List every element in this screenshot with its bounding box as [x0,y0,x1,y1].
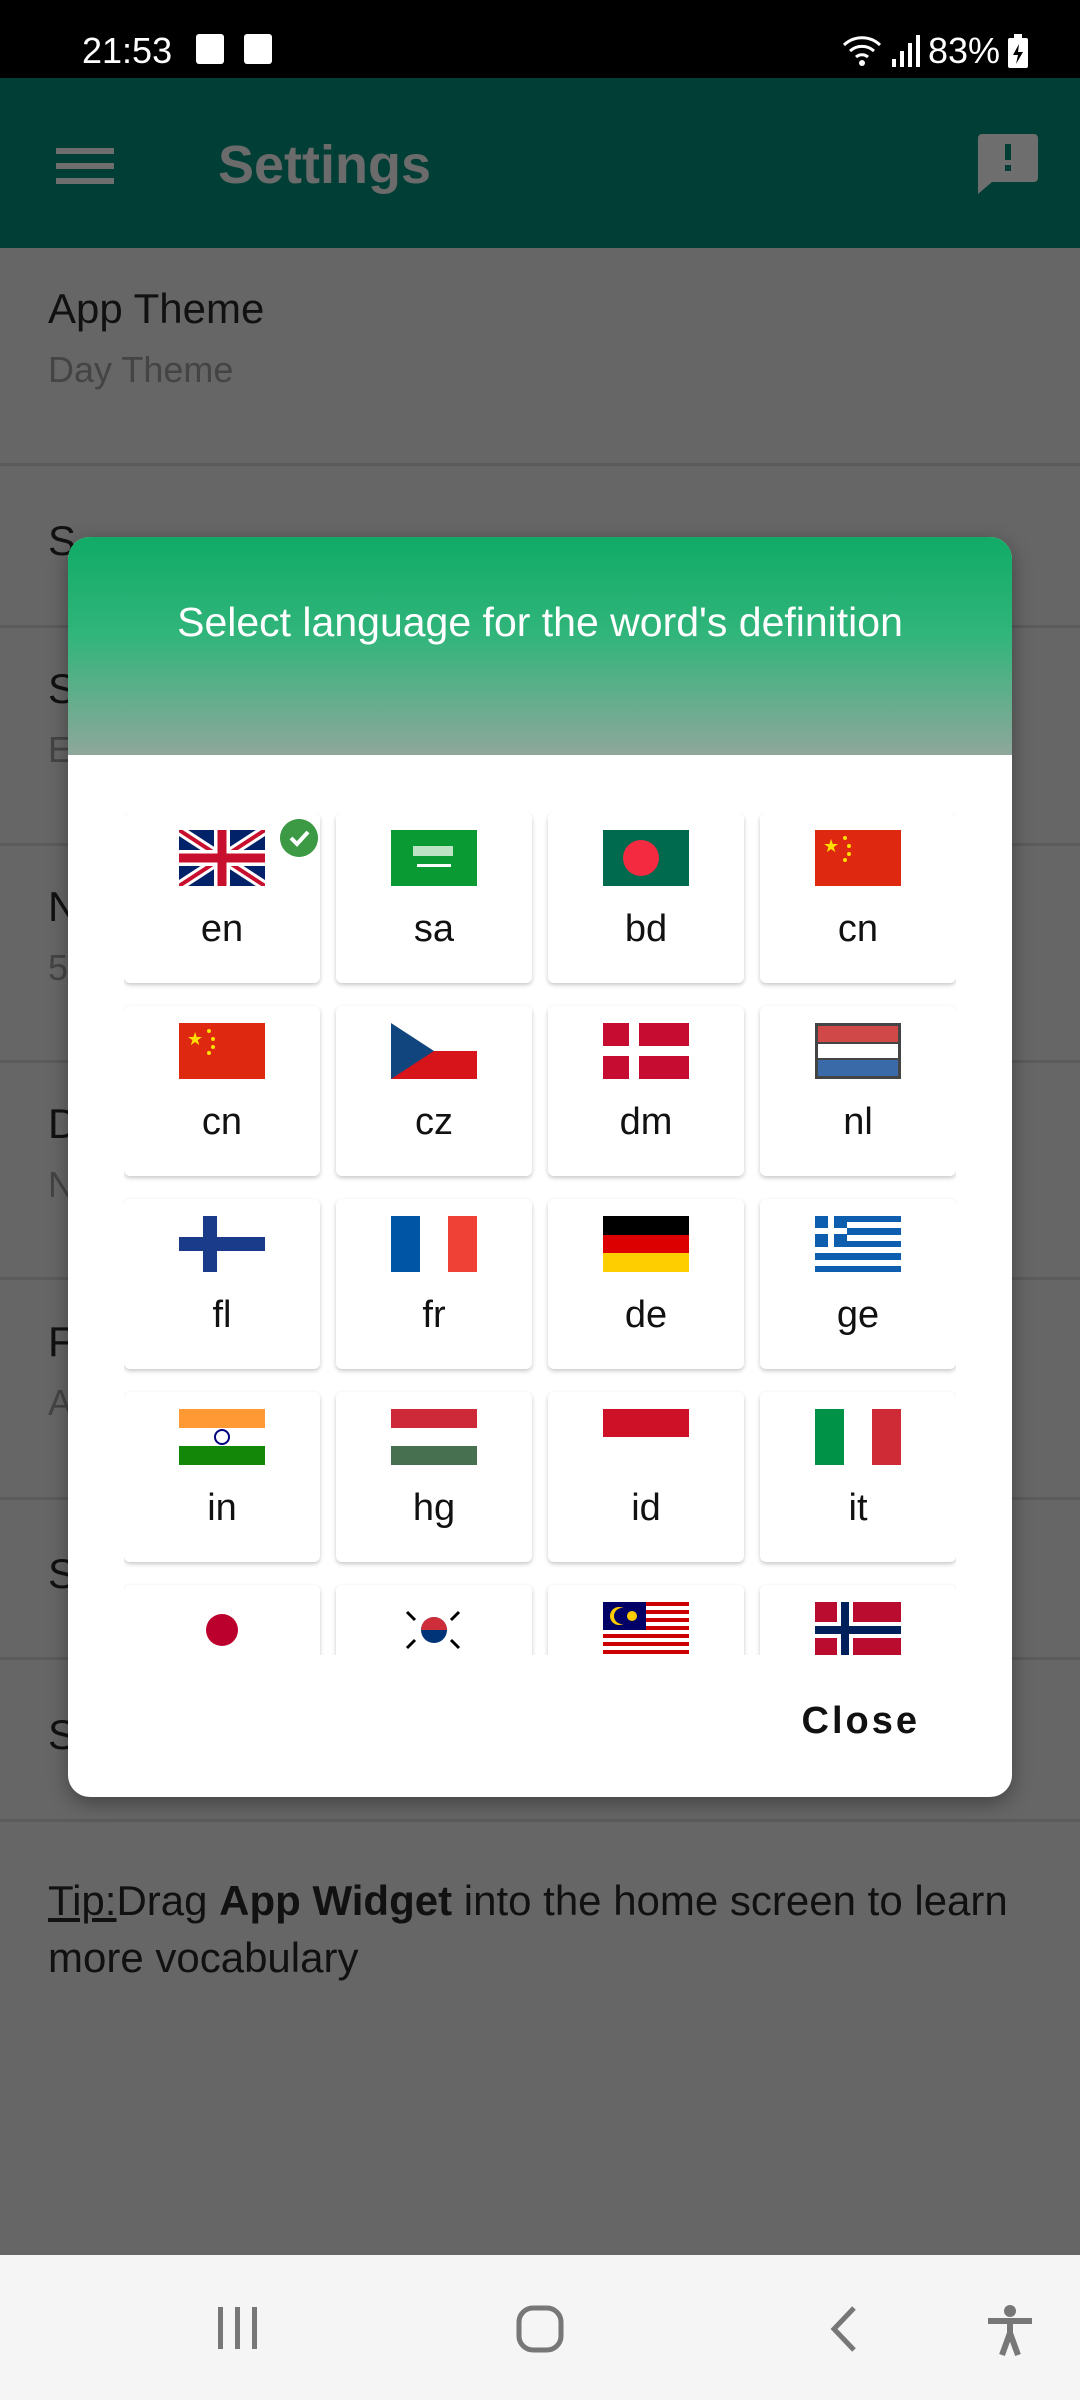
recent-apps-icon[interactable] [214,2305,262,2358]
home-icon[interactable] [516,2305,566,2358]
flag-in-icon [179,1409,265,1465]
settings-item-title: App Theme [48,285,265,332]
dialog-title: Select language for the word's definitio… [68,537,1012,755]
flag-sa-icon [391,830,477,886]
flag-it-icon [815,1409,901,1465]
flag-my-icon [603,1602,689,1655]
language-code: dm [619,1101,673,1143]
flag-kr-icon [391,1602,477,1655]
flag-bd-icon [603,830,689,886]
battery-level: 83% [927,30,1000,71]
language-option-in[interactable]: in [124,1392,320,1562]
battery-charging-icon [1008,34,1028,68]
language-code: de [624,1294,668,1336]
flag-no-icon [815,1602,901,1655]
flag-cn-icon: ★ [179,1023,265,1079]
page-title: Settings [218,135,432,195]
status-bar: 21:53 83% [0,0,1080,78]
signal-icon [891,35,920,67]
language-code: bd [624,908,668,950]
settings-item-subtitle: Day Theme [48,349,234,390]
language-option-kr[interactable] [336,1585,532,1655]
navigation-bar [0,2255,1080,2400]
settings-item-subtitle: 5 [48,946,69,988]
flag-dk-icon [603,1023,689,1079]
close-button[interactable]: Close [802,1700,920,1743]
gallery-icon [196,34,224,64]
tip-prefix: Tip: [48,1877,117,1924]
flag-nl-icon [815,1023,901,1079]
language-option-jp[interactable] [124,1585,320,1655]
language-option-cn[interactable]: ★ cn [760,813,956,983]
accessibility-icon[interactable] [986,2305,1034,2362]
language-code: id [631,1487,661,1529]
language-code: ge [836,1294,880,1336]
language-option-sa[interactable]: sa [336,813,532,983]
feedback-icon[interactable] [978,134,1038,194]
flag-uk-icon [179,830,265,886]
language-code: in [207,1487,237,1529]
language-code: cn [837,908,879,950]
tip-text-1: Drag [116,1877,220,1924]
language-grid[interactable]: en sa bd ★ cn ★ cn cz dm nl fl fr de ge in hg id it [124,813,956,1655]
clock: 21:53 [82,30,173,71]
language-code: sa [413,908,455,950]
tip-bold: App Widget [219,1877,453,1924]
language-option-en[interactable]: en [124,813,320,983]
flag-id-icon [603,1409,689,1465]
language-option-cz[interactable]: cz [336,1006,532,1176]
language-code: it [848,1487,868,1529]
language-option-my[interactable] [548,1585,744,1655]
language-code: nl [843,1101,873,1143]
flag-fi-icon [179,1216,265,1272]
language-option-cn[interactable]: ★ cn [124,1006,320,1176]
clock-icon [244,34,272,64]
language-option-it[interactable]: it [760,1392,956,1562]
language-option-fl[interactable]: fl [124,1199,320,1369]
tip-text: Tip:Drag App Widget into the home screen… [48,1872,1048,1986]
flag-gr-icon [815,1216,901,1272]
flag-jp-icon [179,1602,265,1655]
language-option-nl[interactable]: nl [760,1006,956,1176]
back-icon[interactable] [826,2305,862,2358]
language-code: fr [422,1294,446,1336]
hamburger-menu-icon[interactable] [56,148,114,184]
language-option-ge[interactable]: ge [760,1199,956,1369]
app-bar: Settings [0,78,1080,248]
language-option-id[interactable]: id [548,1392,744,1562]
flag-cz-icon [391,1023,477,1079]
language-code: en [200,908,244,950]
svg-text:★: ★ [823,836,839,856]
language-option-de[interactable]: de [548,1199,744,1369]
language-option-bd[interactable]: bd [548,813,744,983]
language-code: cn [201,1101,243,1143]
wifi-icon [842,36,881,66]
language-code: fl [212,1294,232,1336]
svg-text:★: ★ [187,1029,203,1049]
language-option-fr[interactable]: fr [336,1199,532,1369]
check-icon [280,819,318,857]
language-option-hg[interactable]: hg [336,1392,532,1562]
language-code: cz [415,1101,453,1143]
flag-fr-icon [391,1216,477,1272]
language-option-dm[interactable]: dm [548,1006,744,1176]
language-code: hg [412,1487,456,1529]
language-option-no[interactable] [760,1585,956,1655]
flag-de-icon [603,1216,689,1272]
flag-cn-icon: ★ [815,830,901,886]
settings-item[interactable]: App Theme Day Theme [0,248,1080,466]
language-dialog: Select language for the word's definitio… [68,537,1012,1797]
flag-hu-icon [391,1409,477,1465]
